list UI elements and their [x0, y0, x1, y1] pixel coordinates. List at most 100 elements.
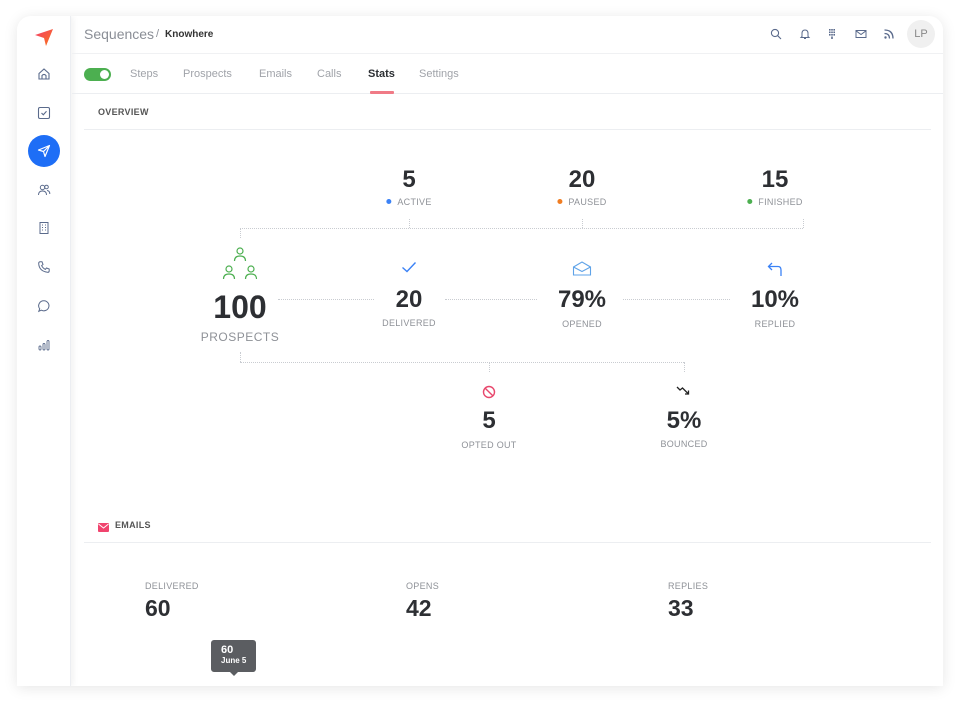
connector-finished	[803, 219, 804, 228]
prospects-icon-group	[222, 246, 258, 280]
home-icon	[38, 68, 50, 80]
trend-down-icon	[676, 386, 690, 395]
tab-stats[interactable]: Stats	[368, 68, 395, 80]
dialpad-icon	[829, 29, 835, 39]
opened-value: 79%	[557, 286, 607, 313]
sidebar-item-home[interactable]	[24, 58, 64, 90]
dialpad-button[interactable]	[825, 27, 839, 41]
sidebar-item-tasks[interactable]	[24, 97, 64, 129]
tooltip-value: 60	[221, 644, 234, 656]
connector-top	[240, 228, 803, 229]
opened-label: OPENED	[562, 319, 602, 329]
tab-bar: Steps Prospects Emails Calls Stats Setti…	[72, 54, 943, 94]
sidebar-item-chat[interactable]	[24, 290, 64, 322]
sidebar-item-calls[interactable]	[24, 251, 64, 283]
connector-opted-out	[489, 362, 490, 372]
tooltip-date: June 5	[221, 656, 247, 665]
sidebar-item-reports[interactable]	[24, 329, 64, 361]
send-icon	[37, 144, 51, 158]
sidebar-item-sequences[interactable]	[28, 135, 60, 167]
delivered-value: 20	[395, 286, 423, 313]
connector-opened-replied	[623, 299, 730, 300]
tab-calls[interactable]: Calls	[317, 68, 341, 80]
tab-settings[interactable]: Settings	[419, 68, 459, 80]
connector-prospects-top	[240, 228, 241, 238]
sidebar-item-people[interactable]	[24, 174, 64, 206]
opted-out-value: 5	[482, 407, 496, 434]
replied-stat: 10% REPLIED	[751, 286, 799, 329]
chart-tooltip: 60 June 5	[211, 640, 256, 676]
connector-bottom	[240, 362, 684, 363]
notifications-button[interactable]	[798, 27, 812, 41]
user-avatar[interactable]: LP	[907, 20, 935, 48]
connector-prospects-delivered	[278, 299, 374, 300]
opted-out-stat: 5 OPTED OUT	[461, 407, 516, 450]
opened-icon-wrap	[572, 261, 592, 276]
breadcrumb-current: Knowhere	[165, 29, 214, 40]
delivered-label: DELIVERED	[382, 318, 436, 328]
delivered-stat: 20 DELIVERED	[382, 286, 436, 328]
finished-dot	[747, 199, 753, 205]
emails-divider	[84, 542, 931, 543]
bounced-label: BOUNCED	[660, 439, 708, 449]
bounced-value: 5%	[666, 407, 702, 434]
status-paused: 20 PAUSED	[557, 166, 606, 207]
chat-icon	[37, 300, 50, 313]
bounced-icon-wrap	[676, 385, 692, 397]
sequence-enabled-toggle[interactable]	[84, 68, 111, 81]
reply-icon	[767, 262, 782, 276]
finished-label: FINISHED	[758, 197, 803, 207]
tab-emails[interactable]: Emails	[259, 68, 292, 80]
checkbox-icon	[37, 106, 51, 120]
emails-title: EMAILS	[115, 520, 151, 530]
delivered-icon-wrap	[401, 261, 417, 273]
overview-divider	[84, 129, 931, 130]
email-metric-value: 60	[145, 595, 171, 621]
email-metric-label: OPENS	[406, 581, 440, 591]
users-icon	[38, 184, 51, 196]
opted-out-icon-wrap	[482, 385, 496, 399]
active-dot	[386, 199, 392, 205]
finished-count: 15	[761, 166, 789, 193]
tab-steps[interactable]: Steps	[130, 68, 158, 80]
bell-icon	[799, 29, 811, 39]
envelope-filled-icon	[98, 523, 109, 532]
connector-bounced	[684, 362, 685, 372]
tab-prospects[interactable]: Prospects	[183, 68, 232, 80]
active-tab-indicator	[370, 91, 394, 94]
connector-paused	[582, 219, 583, 228]
paused-count: 20	[568, 166, 596, 193]
email-metric-opens: OPENS 42	[406, 581, 439, 622]
rss-button[interactable]	[882, 27, 896, 41]
phone-icon	[38, 261, 50, 273]
users-group-icon	[222, 247, 258, 280]
envelope-open-icon	[572, 261, 592, 276]
status-active: 5 ACTIVE	[386, 166, 431, 207]
connector-delivered-opened	[445, 299, 537, 300]
mail-button[interactable]	[854, 27, 868, 41]
search-button[interactable]	[769, 27, 783, 41]
connector-active	[409, 219, 410, 228]
overview-title: OVERVIEW	[98, 107, 149, 117]
app-logo-icon[interactable]	[33, 26, 55, 48]
mail-icon	[855, 30, 867, 38]
toggle-knob	[100, 70, 109, 79]
email-metric-value: 42	[406, 595, 432, 621]
sidebar	[17, 16, 71, 686]
building-icon	[39, 222, 49, 234]
sidebar-item-companies[interactable]	[24, 212, 64, 244]
email-metric-value: 33	[668, 595, 694, 621]
replied-value: 10%	[750, 286, 800, 313]
paused-label: PAUSED	[568, 197, 607, 207]
active-count: 5	[402, 166, 416, 193]
breadcrumb-root[interactable]: Sequences	[84, 26, 154, 42]
prospects-label: PROSPECTS	[200, 330, 280, 344]
bounced-stat: 5% BOUNCED	[660, 407, 707, 449]
app-window: Sequences / Knowhere LP Steps Prospects …	[17, 16, 943, 686]
check-icon	[402, 262, 417, 273]
emails-section-icon-wrap	[98, 519, 109, 532]
status-finished: 15 FINISHED	[747, 166, 802, 207]
opted-out-label: OPTED OUT	[461, 440, 517, 450]
replied-label: REPLIED	[754, 319, 796, 329]
rss-icon	[884, 29, 894, 39]
